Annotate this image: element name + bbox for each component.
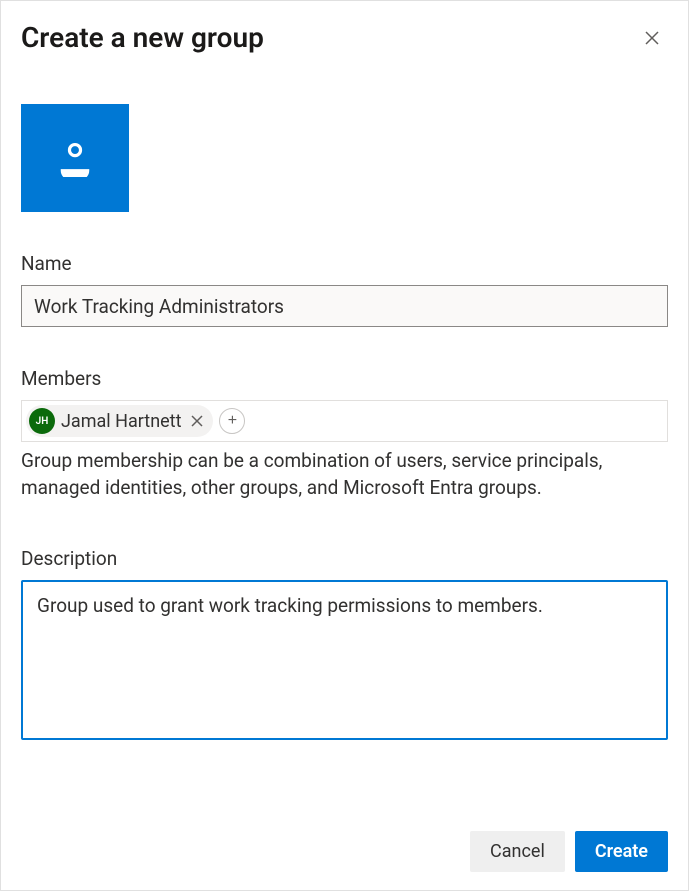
cancel-button[interactable]: Cancel [470, 831, 565, 872]
dialog-footer: Cancel Create [470, 831, 668, 872]
member-chip: JH Jamal Hartnett [26, 405, 213, 437]
close-icon [191, 415, 203, 427]
person-icon [56, 139, 94, 177]
description-textarea[interactable] [21, 580, 668, 740]
plus-icon: + [228, 413, 237, 429]
members-help-text: Group membership can be a combination of… [21, 448, 668, 501]
description-label: Description [21, 547, 668, 570]
dialog-title: Create a new group [21, 21, 264, 54]
add-member-button[interactable]: + [219, 408, 245, 434]
members-label: Members [21, 367, 668, 390]
create-button[interactable]: Create [575, 831, 668, 872]
remove-member-button[interactable] [187, 411, 207, 431]
member-name: Jamal Hartnett [61, 411, 181, 432]
members-input[interactable]: JH Jamal Hartnett + [21, 400, 668, 442]
close-button[interactable] [636, 22, 668, 54]
name-label: Name [21, 252, 668, 275]
name-input[interactable] [21, 285, 668, 327]
group-avatar-tile[interactable] [21, 104, 129, 212]
member-avatar: JH [29, 408, 55, 434]
close-icon [644, 30, 660, 46]
dialog-header: Create a new group [21, 21, 668, 54]
